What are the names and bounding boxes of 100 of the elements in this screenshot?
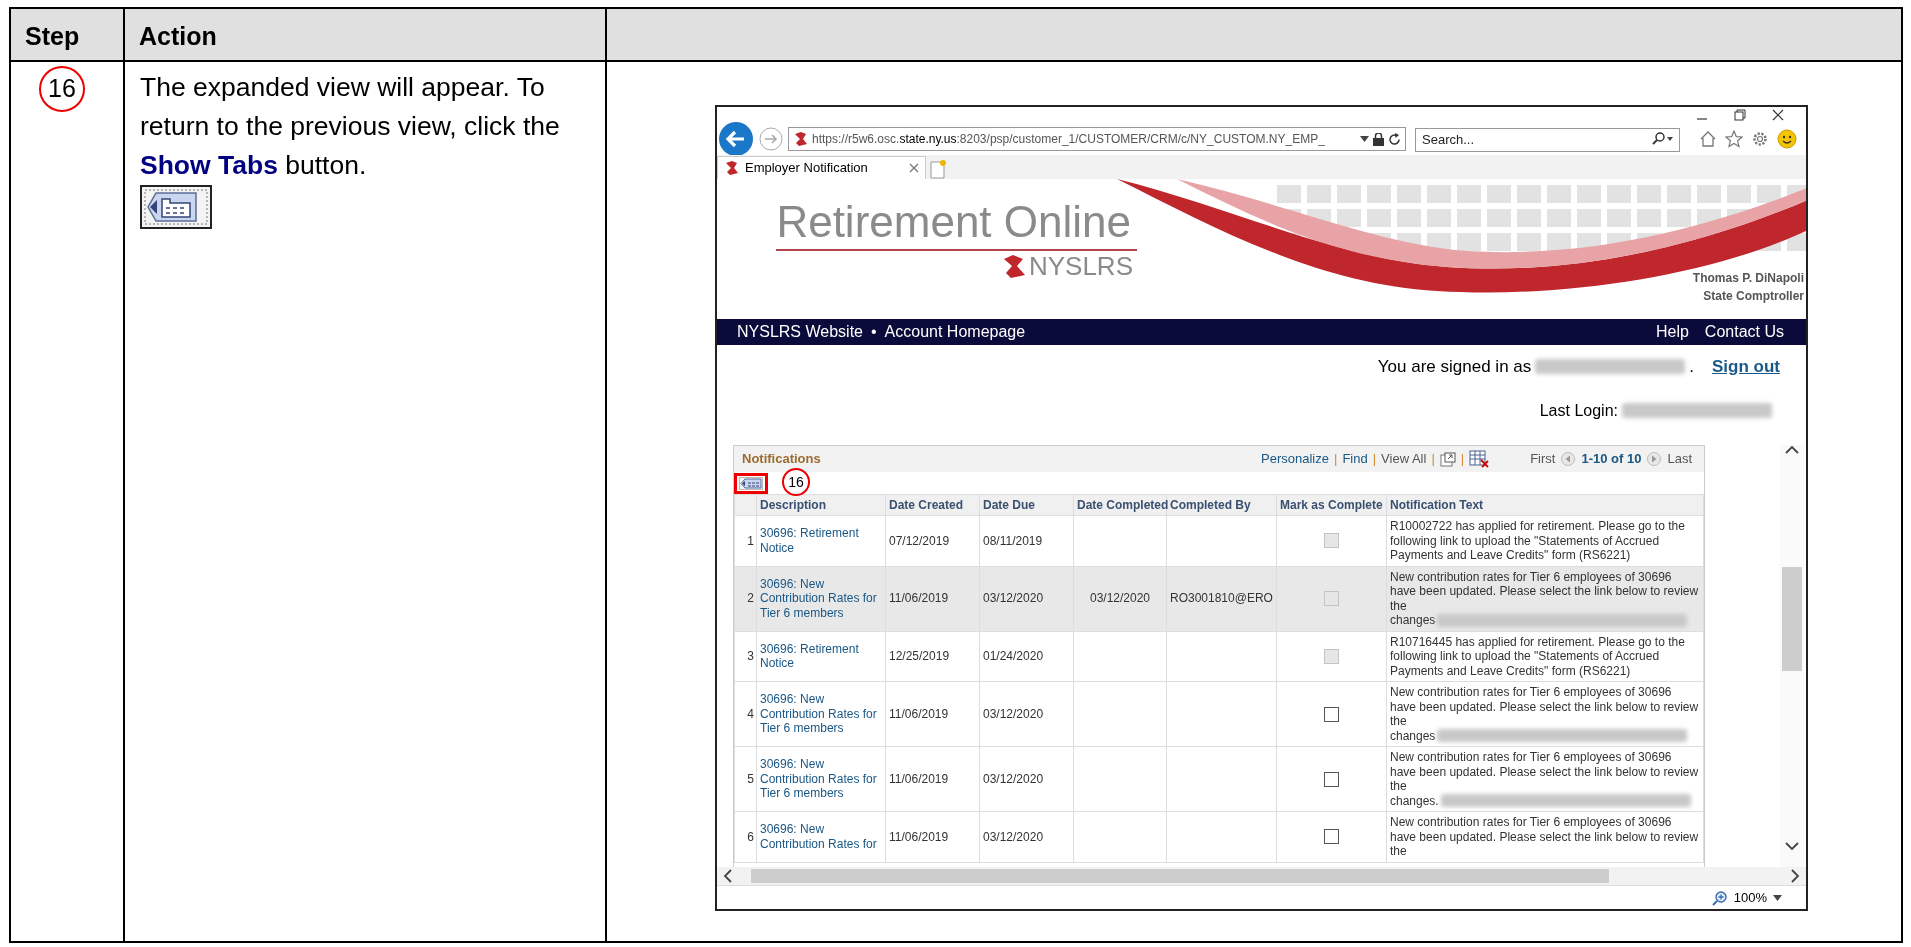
site-title: Retirement Online [776, 197, 1137, 251]
settings-icon[interactable] [1751, 130, 1769, 148]
table-cell: 11/06/2019 [885, 746, 980, 812]
link-label: changes [1390, 613, 1436, 628]
separator-text: | [1334, 450, 1338, 469]
column-header[interactable]: Date Due [979, 494, 1074, 516]
instruction-text: The expanded view will appear. To return to the previous view, click the Show Tabs button. [140, 71, 561, 182]
column-header[interactable]: Mark as Complete [1276, 494, 1387, 516]
row-number: 6 [734, 811, 757, 862]
table-cell: 03/12/2020 [979, 746, 1074, 812]
table-cell: 11/06/2019 [885, 566, 980, 631]
table-cell: 11/06/2019 [885, 811, 980, 862]
show-tabs-icon[interactable] [739, 476, 763, 490]
column-header: Action [125, 9, 607, 62]
table-cell: 08/11/2019 [979, 515, 1074, 566]
table-cell: 12/25/2019 [885, 631, 980, 682]
complete-checkbox[interactable] [1324, 771, 1339, 787]
browser-tab[interactable]: Employer Notification [717, 156, 926, 179]
table-cell: 03/12/2020 [979, 681, 1074, 747]
grid-title: Notifications [742, 450, 821, 469]
lock-icon [1373, 132, 1384, 146]
notification-text: New contribution rates for Tier 6 employees of 30696 have been updated. Please select the link below to review the [1390, 815, 1700, 859]
separator-text: | [1460, 450, 1465, 469]
refresh-icon[interactable] [1388, 132, 1401, 146]
url-text: https://r5w6.osc.state.ny.us:8203/psp/customer_1/CUSTOMER/CRM/c/NY_CUSTOM.NY_EMP_ [812, 131, 1326, 148]
scroll-left-icon[interactable] [723, 869, 733, 883]
scroll-down-icon[interactable] [1785, 841, 1799, 851]
row-number: 4 [734, 681, 757, 747]
vertical-scrollbar[interactable] [1780, 445, 1804, 867]
toolbar-link[interactable]: Personalize [1261, 449, 1329, 469]
logo-text: NYSLRS [1028, 251, 1133, 281]
row-number: 1 [734, 515, 757, 566]
zoom-level[interactable]: 100% [1733, 887, 1767, 908]
nav-separator: • [871, 322, 877, 342]
column-header[interactable]: Date Completed [1073, 494, 1167, 516]
show-tabs-icon [140, 185, 212, 229]
next-icon[interactable] [1647, 452, 1662, 466]
site-icon [724, 160, 739, 176]
official-name: Thomas P. DiNapoli [1692, 270, 1804, 287]
separator-text: | [1372, 450, 1377, 469]
search-field[interactable]: Search... [1415, 127, 1680, 152]
table-cell: 03/12/2020 [1073, 566, 1167, 631]
search-icon[interactable] [1652, 132, 1674, 146]
restore-icon[interactable] [1734, 109, 1746, 121]
separator-text: | [1431, 450, 1435, 469]
table-cell: 03/12/2020 [979, 566, 1074, 631]
link-label: changes [1390, 728, 1436, 743]
last-label: Last [1667, 450, 1692, 469]
scroll-right-icon[interactable] [1790, 869, 1800, 883]
nav-link[interactable]: Help [1655, 320, 1689, 344]
punctuation-text: . [1689, 355, 1694, 378]
toolbar-link[interactable]: View All [1381, 449, 1427, 469]
previous-icon[interactable] [1561, 452, 1576, 466]
notification-text: R10716445 has applied for retirement. Please go to the following link to upload the "Statements of Accrued Payments and Leave Credits" form (RS6221) [1390, 634, 1686, 678]
complete-checkbox[interactable] [1324, 706, 1339, 722]
nav-link[interactable]: Account Homepage [884, 320, 1026, 344]
table-cell: 03/12/2020 [979, 811, 1074, 862]
scrollbar-thumb[interactable] [751, 869, 1609, 883]
smiley-icon[interactable] [1777, 129, 1797, 149]
zoom-grid-icon[interactable] [1439, 451, 1456, 467]
notification-text: R10002722 has applied for retirement. Please go to the following link to upload the "Statements of Accrued Payments and Leave Credits" form (RS6221) [1390, 519, 1686, 563]
site-icon [793, 131, 808, 147]
row-number: 3 [734, 631, 757, 682]
complete-checkbox[interactable] [1324, 829, 1339, 845]
notification-link[interactable]: 30696: Retirement Notice [756, 631, 886, 682]
sign-out-link[interactable]: Sign out [1712, 353, 1780, 380]
back-icon[interactable] [718, 121, 754, 157]
step-number: 16 [39, 66, 85, 112]
row-number: 5 [734, 746, 757, 812]
address-bar[interactable]: https://r5w6.osc.state.ny.us:8203/psp/customer_1/CUSTOMER/CRM/c/NY_CUSTOM.NY_EMP_ [788, 127, 1406, 151]
scroll-up-icon[interactable] [1785, 445, 1799, 455]
close-icon[interactable] [1772, 109, 1784, 121]
zoom-icon[interactable] [1711, 889, 1728, 906]
nav-link[interactable]: NYSLRS Website [737, 320, 863, 344]
column-header[interactable]: Notification Text [1386, 494, 1704, 516]
notification-link[interactable]: 30696: New Contribution Rates for [756, 811, 886, 862]
step-callout: 16 [782, 468, 810, 496]
table-cell: 11/06/2019 [885, 681, 980, 747]
notification-link[interactable]: 30696: New Contribution Rates for Tier 6 members [756, 566, 886, 631]
toolbar-link[interactable]: Find [1342, 449, 1368, 469]
scrollbar-thumb[interactable] [1782, 567, 1802, 671]
notification-link[interactable]: 30696: New Contribution Rates for Tier 6 members [756, 681, 886, 747]
column-header: Step [11, 9, 125, 62]
dropdown-icon[interactable] [1360, 136, 1369, 142]
column-header[interactable]: Date Created [885, 494, 980, 516]
notification-link[interactable]: 30696: New Contribution Rates for Tier 6 members [756, 746, 886, 812]
horizontal-scrollbar[interactable] [717, 867, 1806, 885]
nav-link[interactable]: Contact Us [1704, 320, 1784, 344]
row-number: 2 [734, 566, 757, 631]
home-icon[interactable] [1699, 130, 1717, 148]
page-range: 1-10 of 10 [1581, 450, 1642, 469]
column-header[interactable]: Description [756, 494, 886, 516]
table-cell: RO3001810@ERO [1166, 566, 1277, 631]
download-icon[interactable] [1469, 450, 1490, 468]
notification-link[interactable]: 30696: Retirement Notice [756, 515, 886, 566]
table-cell: 01/24/2020 [979, 631, 1074, 682]
signed-in-text: You are signed in as [1377, 355, 1532, 378]
star-icon[interactable] [1725, 130, 1743, 148]
last-login-label: Last Login: [1539, 400, 1618, 421]
dropdown-icon[interactable] [1773, 894, 1782, 901]
